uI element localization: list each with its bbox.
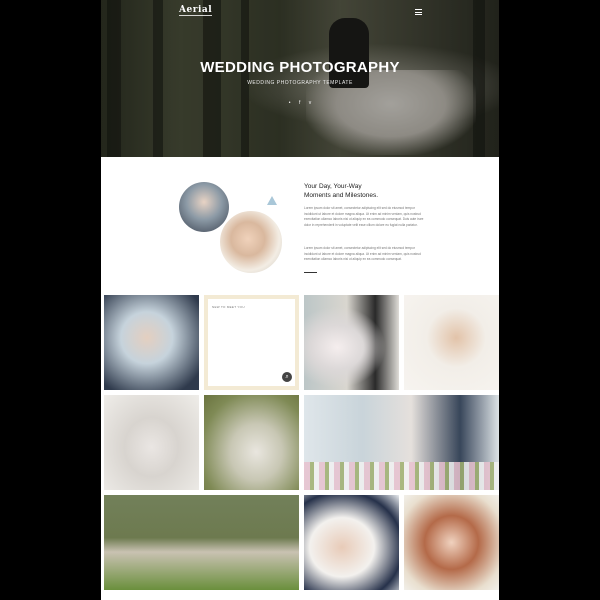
gallery-photo-wide[interactable] <box>104 495 299 590</box>
twitter-icon[interactable]: • <box>289 100 291 106</box>
gallery-photo-wide[interactable] <box>304 395 499 490</box>
facebook-icon[interactable]: f <box>299 100 300 106</box>
magnifier-icon[interactable]: ⌕ <box>282 372 292 382</box>
about-title-line2: Moments and Milestones. <box>304 192 379 199</box>
gallery-photo[interactable] <box>404 495 499 590</box>
gallery-photo[interactable] <box>304 495 399 590</box>
decorative-triangle <box>267 196 277 205</box>
vimeo-icon[interactable]: v <box>309 100 312 106</box>
flower-decor <box>304 462 499 490</box>
gallery-card-inner <box>208 299 295 386</box>
social-links: • f v <box>101 91 499 109</box>
gallery-photo[interactable] <box>104 295 199 390</box>
hamburger-menu-icon[interactable] <box>415 9 422 17</box>
logo[interactable]: Aerial <box>179 5 213 16</box>
gallery-photo[interactable] <box>404 295 499 390</box>
about-paragraph: Lorem ipsum dolor sit amet, consectetur … <box>304 246 421 262</box>
hero-subtitle: WEDDING PHOTOGRAPHY TEMPLATE <box>247 80 353 86</box>
hero-title: WEDDING PHOTOGRAPHY <box>200 59 400 76</box>
hero-banner: Aerial WEDDING PHOTOGRAPHY WEDDING PHOTO… <box>101 0 499 157</box>
hero-overlay <box>101 0 499 157</box>
page: Aerial WEDDING PHOTOGRAPHY WEDDING PHOTO… <box>101 0 499 600</box>
section-underline <box>304 272 317 273</box>
about-paragraph: Lorem ipsum dolor sit amet, consectetur … <box>304 206 424 227</box>
gallery-photo[interactable] <box>304 295 399 390</box>
about-title-line1: Your Day, Your-Way <box>304 183 362 190</box>
gallery-photo[interactable] <box>204 395 299 490</box>
couple-photo-circle-large <box>218 209 284 275</box>
gallery-card-label: NEW TO MEET YOU <box>212 305 245 309</box>
gallery-card[interactable]: NEW TO MEET YOU ⌕ <box>204 295 299 390</box>
gallery-photo[interactable] <box>104 395 199 490</box>
about-title: Your Day, Your-Way Moments and Milestone… <box>304 182 464 200</box>
